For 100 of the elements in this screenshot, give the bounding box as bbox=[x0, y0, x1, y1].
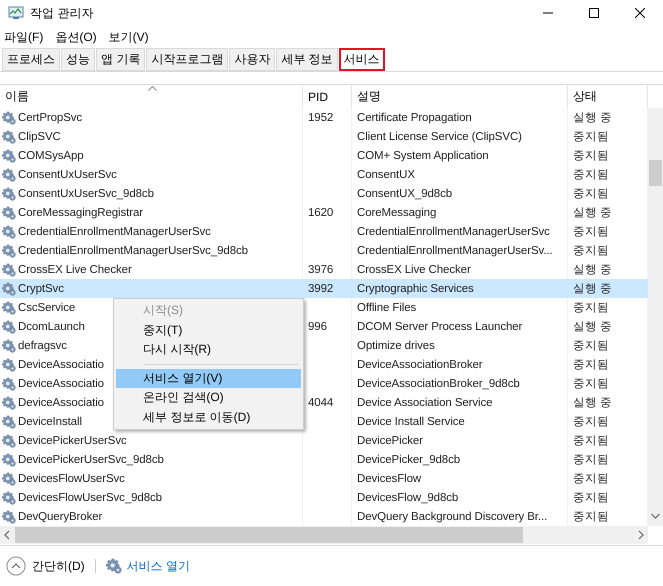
status-cell-text: 실행 중 bbox=[572, 282, 613, 297]
description-cell: Offline Files bbox=[352, 298, 568, 317]
menu-item[interactable]: 서비스 열기(V) bbox=[116, 368, 301, 388]
column-header[interactable]: PID bbox=[303, 85, 352, 108]
service-name: ConsentUxUserSvc bbox=[18, 168, 117, 180]
chevron-up-circle-icon bbox=[6, 556, 26, 576]
window-title: 작업 관리자 bbox=[30, 4, 94, 22]
menu-item[interactable]: 세부 정보로 이동(D) bbox=[116, 408, 301, 427]
gear-icon bbox=[106, 558, 122, 574]
service-name: ClipSVC bbox=[18, 130, 61, 142]
menu-item[interactable]: 다시 시작(R) bbox=[116, 340, 301, 360]
service-name: ConsentUxUserSvc_9d8cb bbox=[18, 188, 154, 200]
gear-icon bbox=[2, 186, 16, 200]
gear-icon bbox=[2, 224, 16, 238]
description-cell: DeviceAssociationBroker_9d8cb bbox=[352, 374, 568, 393]
gear-icon bbox=[2, 168, 16, 182]
gear-icon bbox=[2, 282, 16, 296]
menu-item[interactable]: 중지(T) bbox=[116, 320, 301, 340]
scrollbar-thumb[interactable] bbox=[649, 160, 662, 186]
open-services-link[interactable]: 서비스 열기 bbox=[106, 558, 190, 574]
service-name: CrossEX Live Checker bbox=[18, 264, 132, 276]
pid-cell: 1952 bbox=[303, 108, 352, 127]
gear-icon bbox=[2, 472, 16, 486]
service-name: DeviceInstall bbox=[18, 416, 82, 428]
service-name: DevicesFlowUserSvc_9d8cb bbox=[18, 492, 162, 504]
gear-icon bbox=[2, 244, 16, 258]
service-name: DeviceAssociatio bbox=[18, 358, 104, 370]
service-name: DevicePickerUserSvc bbox=[18, 434, 127, 446]
gear-icon bbox=[2, 262, 16, 276]
gear-icon bbox=[2, 396, 16, 410]
service-name: DcomLaunch bbox=[18, 320, 85, 332]
service-name: DevicePickerUserSvc_9d8cb bbox=[18, 454, 164, 466]
description-cell: CredentialEnrollmentManagerUserSv... bbox=[352, 241, 568, 260]
gear-icon bbox=[2, 110, 16, 124]
tab[interactable]: 시작프로그램 bbox=[146, 48, 228, 71]
gear-icon bbox=[2, 452, 16, 466]
gear-icon bbox=[2, 300, 16, 314]
description-cell: DevicesFlow_9d8cb bbox=[352, 488, 568, 507]
gear-icon bbox=[2, 490, 16, 504]
gear-icon bbox=[2, 414, 16, 428]
pid-cell-text: 3992 bbox=[307, 282, 334, 296]
service-name: DeviceAssociatio bbox=[18, 396, 104, 408]
horizontal-scrollbar[interactable] bbox=[0, 526, 648, 544]
gear-icon bbox=[2, 206, 16, 220]
menu-item[interactable]: 파일(F) bbox=[4, 28, 44, 46]
description-cell: Certificate Propagation bbox=[352, 108, 568, 127]
gear-icon bbox=[2, 130, 16, 144]
vertical-scrollbar[interactable] bbox=[648, 108, 663, 526]
selected-row[interactable]: CryptSvc 3992 Cryptographic Services 실행 중 bbox=[0, 279, 648, 298]
gear-icon bbox=[2, 376, 16, 390]
service-name: CoreMessagingRegistrar bbox=[18, 206, 143, 218]
description-cell: DCOM Server Process Launcher bbox=[352, 317, 568, 336]
tab[interactable]: 서비스 bbox=[338, 48, 385, 71]
description-cell: DeviceAssociationBroker bbox=[352, 355, 568, 374]
description-cell: ConsentUX_9d8cb bbox=[352, 184, 568, 203]
description-cell: Optimize drives bbox=[352, 336, 568, 355]
description-cell: ConsentUX bbox=[352, 165, 568, 184]
maximize-icon bbox=[589, 8, 599, 18]
menu-item[interactable]: 옵션(O) bbox=[55, 28, 97, 46]
service-name: DeviceAssociatio bbox=[18, 378, 104, 390]
service-name: CryptSvc bbox=[18, 282, 64, 294]
monitor-icon bbox=[8, 6, 24, 20]
pid-cell: 1620 bbox=[303, 203, 352, 222]
description-cell: DevicePicker_9d8cb bbox=[352, 450, 568, 469]
description-cell: Device Install Service bbox=[352, 412, 568, 431]
gear-icon bbox=[2, 338, 16, 352]
description-cell: Device Association Service bbox=[352, 393, 568, 412]
scrollbar-thumb[interactable] bbox=[15, 527, 523, 543]
gear-icon bbox=[2, 434, 16, 448]
tab[interactable]: 성능 bbox=[61, 48, 95, 71]
column-header[interactable]: 상태 bbox=[568, 85, 648, 108]
menu-item[interactable]: 온라인 검색(O) bbox=[116, 388, 301, 408]
collapse-button[interactable]: 간단히(D) bbox=[6, 556, 85, 576]
tab[interactable]: 프로세스 bbox=[2, 48, 60, 71]
service-name: CredentialEnrollmentManagerUserSvc_9d8cb bbox=[18, 244, 248, 256]
column-header[interactable]: 이름 bbox=[0, 85, 303, 108]
service-name: DevicesFlowUserSvc bbox=[18, 472, 125, 484]
gear-icon bbox=[2, 148, 16, 162]
description-cell: COM+ System Application bbox=[352, 146, 568, 165]
gear-icon bbox=[2, 358, 16, 372]
service-name: DevQueryBroker bbox=[18, 510, 102, 522]
service-name: defragsvc bbox=[18, 340, 67, 352]
gear-icon bbox=[2, 320, 16, 334]
menu-item[interactable]: 보기(V) bbox=[108, 28, 149, 46]
description-cell: CoreMessaging bbox=[352, 203, 568, 222]
tab[interactable]: 사용자 bbox=[229, 48, 276, 71]
description-cell: CredentialEnrollmentManagerUserSvc bbox=[352, 222, 568, 241]
description-cell-text: Cryptographic Services bbox=[356, 282, 475, 296]
description-cell: Client License Service (ClipSVC) bbox=[352, 127, 568, 146]
column-header[interactable]: 설명 bbox=[352, 85, 568, 108]
description-cell: DevicesFlow bbox=[352, 469, 568, 488]
description-cell: DevicePicker bbox=[352, 431, 568, 450]
service-name: COMSysApp bbox=[18, 150, 84, 162]
service-name: CscService bbox=[18, 302, 76, 314]
service-name: CredentialEnrollmentManagerUserSvc bbox=[18, 226, 211, 238]
service-name: CertPropSvc bbox=[18, 112, 82, 124]
close-icon bbox=[635, 8, 645, 18]
gear-icon bbox=[2, 510, 16, 524]
tab[interactable]: 세부 정보 bbox=[276, 48, 338, 71]
tab[interactable]: 앱 기록 bbox=[96, 48, 146, 71]
